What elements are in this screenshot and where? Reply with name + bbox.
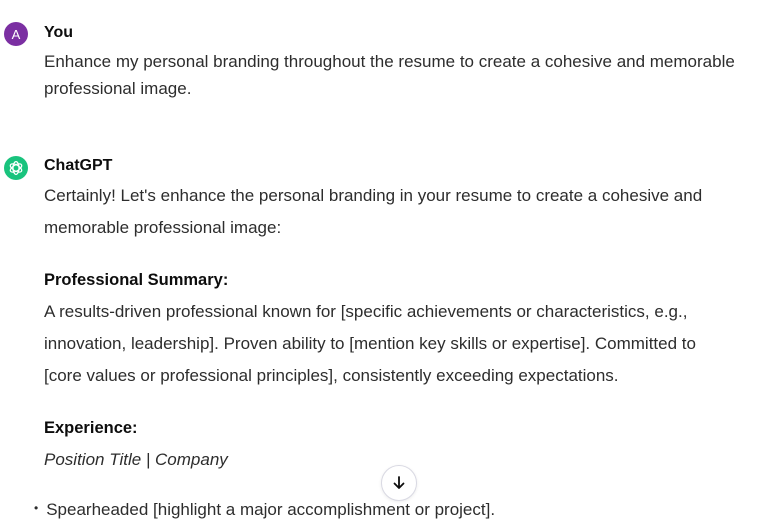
summary-text: A results-driven professional known for … bbox=[44, 302, 696, 385]
user-name: You bbox=[44, 24, 74, 41]
assistant-name: ChatGPT bbox=[44, 157, 113, 174]
openai-logo-icon bbox=[9, 161, 23, 175]
summary-heading: Professional Summary: bbox=[44, 271, 229, 289]
arrow-down-icon bbox=[393, 476, 405, 489]
chatgpt-avatar bbox=[4, 156, 28, 180]
assistant-intro: Certainly! Let's enhance the personal br… bbox=[44, 186, 703, 237]
user-avatar: A bbox=[4, 22, 28, 46]
list-item: • Spearheaded [highlight a major accompl… bbox=[34, 500, 495, 520]
user-message: Enhance my personal branding throughout … bbox=[44, 52, 735, 98]
bullet-text: Spearheaded [highlight a major accomplis… bbox=[46, 500, 496, 519]
bullet-icon: • bbox=[34, 501, 39, 515]
experience-heading: Experience: bbox=[44, 419, 138, 437]
chat-transcript: A You Enhance my personal branding throu… bbox=[0, 0, 768, 530]
user-avatar-initial: A bbox=[11, 26, 21, 42]
scroll-to-bottom-button[interactable] bbox=[381, 465, 417, 501]
